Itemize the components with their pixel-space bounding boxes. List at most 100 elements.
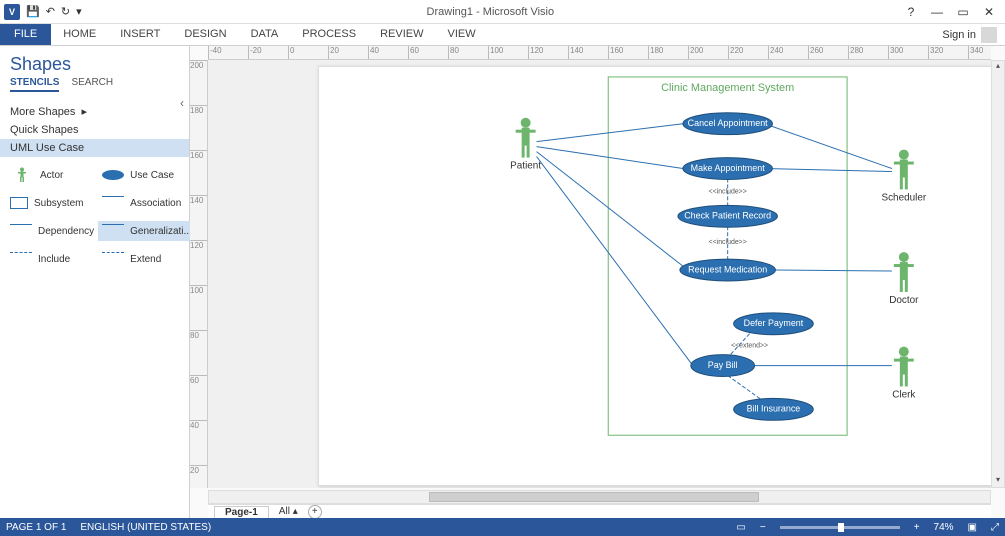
- tab-insert[interactable]: INSERT: [108, 24, 172, 45]
- actor-scheduler[interactable]: Scheduler: [881, 150, 926, 204]
- tab-home[interactable]: HOME: [51, 24, 108, 45]
- usecase-cancel[interactable]: Cancel Appointment: [683, 113, 773, 135]
- sign-in-label: Sign in: [942, 29, 976, 41]
- qat-customize-icon[interactable]: ▾: [76, 5, 82, 18]
- shape-actor[interactable]: Actor: [6, 165, 98, 185]
- pane-collapse-icon[interactable]: ‹: [180, 96, 184, 110]
- avatar-icon: [981, 27, 997, 43]
- page-tabs: Page-1 All ▴ +: [208, 504, 991, 518]
- zoom-out-icon[interactable]: −: [760, 522, 766, 533]
- usecase-pay[interactable]: Pay Bill: [691, 355, 755, 377]
- svg-text:<<include>>: <<include>>: [709, 239, 747, 246]
- svg-text:Patient: Patient: [510, 161, 541, 172]
- tab-process[interactable]: PROCESS: [290, 24, 368, 45]
- full-screen-icon[interactable]: ⤢: [991, 522, 999, 533]
- shape-generalization[interactable]: Generalizati...: [98, 221, 196, 241]
- close-icon[interactable]: ✕: [981, 5, 997, 19]
- shape-dependency[interactable]: Dependency: [6, 221, 98, 241]
- svg-text:Check Patient Record: Check Patient Record: [684, 211, 771, 221]
- assoc-patient-request[interactable]: [537, 152, 688, 270]
- stencil-quick-shapes[interactable]: Quick Shapes: [0, 121, 189, 139]
- usecase-make[interactable]: Make Appointment: [683, 158, 773, 180]
- app-icon[interactable]: V: [4, 4, 20, 20]
- title-bar: V 💾 ↶ ↻ ▾ Drawing1 - Microsoft Visio ? —…: [0, 0, 1005, 24]
- page-tab-1[interactable]: Page-1: [214, 506, 269, 518]
- drawing-canvas[interactable]: Clinic Management System <<include>> <<i…: [208, 60, 991, 488]
- stencil-uml-use-case[interactable]: UML Use Case: [0, 139, 189, 157]
- shape-subsystem[interactable]: Subsystem: [6, 193, 98, 213]
- sign-in-button[interactable]: Sign in: [934, 24, 1005, 45]
- dashed-line-icon: [102, 252, 124, 266]
- svg-text:Make Appointment: Make Appointment: [691, 163, 766, 173]
- line-icon: [10, 224, 32, 238]
- undo-icon[interactable]: ↶: [46, 5, 55, 18]
- status-language[interactable]: ENGLISH (UNITED STATES): [80, 522, 211, 533]
- actor-doctor[interactable]: Doctor: [889, 252, 919, 306]
- svg-text:Pay Bill: Pay Bill: [708, 360, 738, 370]
- tab-design[interactable]: DESIGN: [172, 24, 238, 45]
- svg-text:Clerk: Clerk: [892, 389, 915, 400]
- actor-patient[interactable]: Patient: [510, 118, 541, 172]
- shape-association[interactable]: Association: [98, 193, 196, 213]
- svg-text:Request Medication: Request Medication: [688, 264, 767, 274]
- minimize-icon[interactable]: —: [929, 5, 945, 19]
- svg-text:Defer Payment: Defer Payment: [744, 318, 804, 328]
- scroll-up-icon[interactable]: ▴: [992, 61, 1004, 73]
- usecase-defer[interactable]: Defer Payment: [734, 313, 814, 335]
- tab-data[interactable]: DATA: [239, 24, 291, 45]
- zoom-level[interactable]: 74%: [934, 522, 954, 533]
- gen-pay-bill[interactable]: [728, 376, 763, 401]
- assoc-patient-pay[interactable]: [537, 157, 693, 366]
- shape-use-case[interactable]: Use Case: [98, 165, 196, 185]
- horizontal-ruler: -40-200204060801001201401601802002202402…: [208, 46, 991, 60]
- restore-icon[interactable]: ▭: [955, 5, 971, 19]
- assoc-doctor-request[interactable]: [774, 270, 891, 271]
- vertical-scrollbar[interactable]: ▴ ▾: [991, 60, 1005, 488]
- assoc-patient-make[interactable]: [537, 147, 683, 169]
- shapes-pane: Shapes STENCILS SEARCH More Shapes ▸ Qui…: [0, 46, 190, 518]
- assoc-scheduler-cancel[interactable]: [764, 124, 891, 169]
- scroll-down-icon[interactable]: ▾: [992, 475, 1004, 487]
- tab-file[interactable]: FILE: [0, 24, 51, 45]
- scrollbar-thumb[interactable]: [429, 492, 759, 502]
- drawing-page[interactable]: Clinic Management System <<include>> <<i…: [318, 66, 991, 486]
- shapes-tab-stencils[interactable]: STENCILS: [10, 77, 59, 92]
- shape-extend[interactable]: Extend: [98, 249, 196, 269]
- help-icon[interactable]: ?: [903, 5, 919, 19]
- stencil-more-shapes[interactable]: More Shapes ▸: [0, 102, 189, 121]
- usecase-request[interactable]: Request Medication: [680, 259, 776, 281]
- status-bar: PAGE 1 OF 1 ENGLISH (UNITED STATES) ▭ − …: [0, 518, 1005, 536]
- save-icon[interactable]: 💾: [26, 5, 40, 18]
- assoc-patient-cancel[interactable]: [537, 124, 683, 142]
- assoc-scheduler-make[interactable]: [764, 169, 891, 172]
- ellipse-icon: [102, 170, 124, 180]
- system-title: Clinic Management System: [661, 82, 794, 94]
- svg-text:Cancel Appointment: Cancel Appointment: [688, 118, 769, 128]
- svg-text:<<include>>: <<include>>: [709, 188, 747, 195]
- usecase-bill[interactable]: Bill Insurance: [734, 398, 814, 420]
- line-icon: [102, 196, 124, 210]
- usecase-check[interactable]: Check Patient Record: [678, 205, 778, 227]
- fit-page-icon[interactable]: ▣: [968, 522, 977, 533]
- zoom-slider-knob[interactable]: [838, 523, 844, 532]
- add-page-button[interactable]: +: [308, 505, 322, 519]
- zoom-slider[interactable]: [780, 526, 900, 529]
- dashed-line-icon: [10, 252, 32, 266]
- use-case-diagram: Clinic Management System <<include>> <<i…: [319, 67, 991, 485]
- page-tab-all[interactable]: All ▴: [279, 506, 298, 517]
- tab-view[interactable]: VIEW: [435, 24, 487, 45]
- zoom-in-icon[interactable]: +: [914, 522, 920, 533]
- tab-review[interactable]: REVIEW: [368, 24, 435, 45]
- shapes-master-grid: Actor Use Case Subsystem Association Dep…: [0, 161, 189, 273]
- horizontal-scrollbar[interactable]: [208, 490, 991, 504]
- actor-clerk[interactable]: Clerk: [892, 347, 915, 401]
- svg-text:Doctor: Doctor: [889, 295, 919, 306]
- svg-text:Bill Insurance: Bill Insurance: [747, 404, 801, 414]
- presentation-mode-icon[interactable]: ▭: [736, 522, 745, 533]
- shapes-tab-search[interactable]: SEARCH: [71, 77, 113, 92]
- window-controls: ? — ▭ ✕: [895, 5, 1005, 19]
- redo-icon[interactable]: ↻: [61, 5, 70, 18]
- shape-include[interactable]: Include: [6, 249, 98, 269]
- actor-icon: [10, 168, 34, 182]
- svg-text:<<extend>>: <<extend>>: [731, 343, 768, 350]
